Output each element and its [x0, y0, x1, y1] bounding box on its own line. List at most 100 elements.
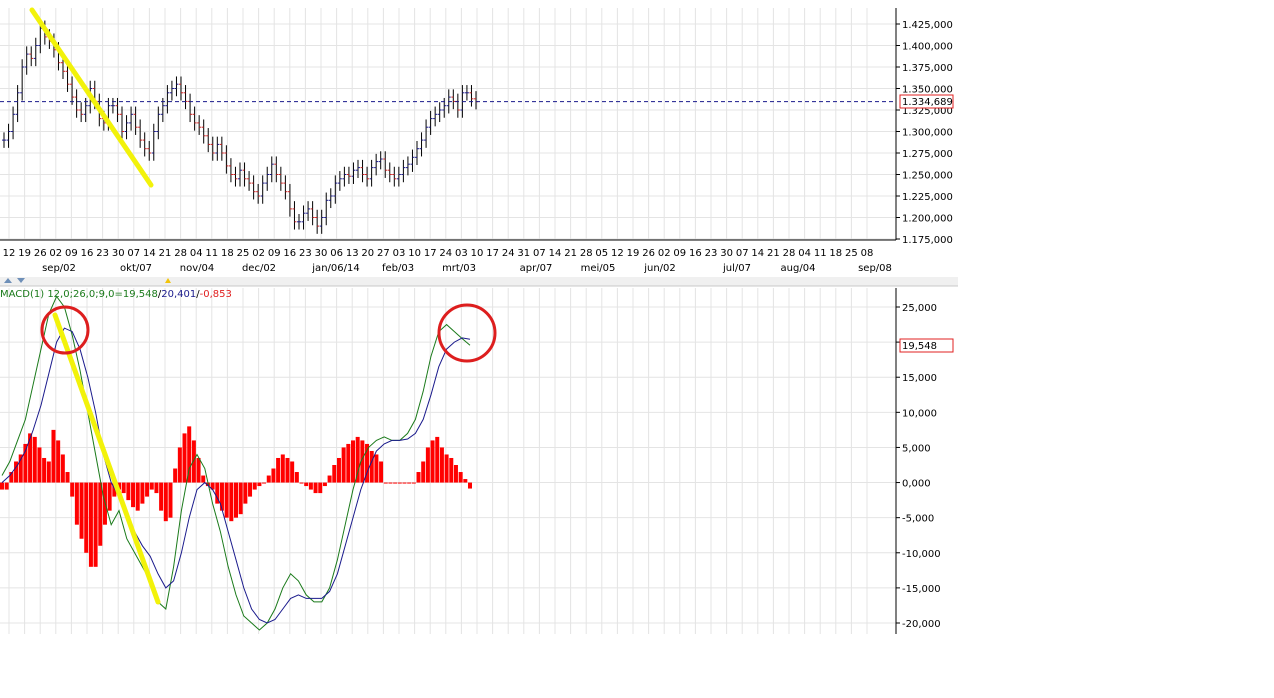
- histogram-bar: [65, 472, 70, 483]
- histogram-bar: [383, 482, 388, 484]
- histogram-bar: [416, 472, 421, 483]
- day-tick-label: 10: [408, 248, 421, 259]
- histogram-bar: [196, 457, 201, 483]
- histogram-bar: [421, 461, 426, 483]
- day-tick-label: 26: [642, 248, 655, 259]
- histogram-bar: [397, 482, 402, 484]
- histogram-bar: [346, 443, 351, 483]
- day-tick-label: 30: [112, 248, 125, 259]
- price-ytick-label: 1.250,000: [902, 171, 953, 182]
- macd-title-macd: 19,548: [123, 289, 158, 300]
- day-tick-label: 24: [439, 248, 452, 259]
- histogram-bar: [182, 433, 187, 483]
- price-ytick-label: 1.175,000: [902, 235, 953, 246]
- day-tick-label: 09: [673, 248, 686, 259]
- day-tick-label: 28: [174, 248, 187, 259]
- histogram-bar: [84, 482, 89, 553]
- macd-ytick-label: -20,000: [902, 619, 941, 630]
- histogram-bar: [224, 482, 229, 518]
- histogram-bar: [379, 461, 384, 483]
- histogram-bar: [154, 482, 159, 494]
- month-tick-label: sep/08: [858, 263, 892, 274]
- month-tick-label: mrt/03: [442, 263, 476, 274]
- day-tick-label: 24: [502, 248, 515, 259]
- day-tick-label: 11: [205, 248, 218, 259]
- month-tick-label: jun/02: [643, 263, 676, 274]
- day-tick-label: 17: [424, 248, 437, 259]
- histogram-bar: [468, 482, 472, 489]
- day-tick-label: 23: [705, 248, 718, 259]
- histogram-bar: [369, 450, 374, 483]
- histogram-bar: [56, 440, 61, 483]
- day-tick-label: 21: [159, 248, 172, 259]
- histogram-bar: [402, 482, 407, 484]
- day-tick-label: 06: [330, 248, 343, 259]
- histogram-bar: [453, 465, 458, 483]
- day-tick-label: 02: [252, 248, 265, 259]
- price-panel: 1.425,0001.400,0001.375,0001.350,0001.32…: [0, 7, 954, 246]
- histogram-bar: [238, 482, 243, 515]
- histogram-bar: [294, 472, 299, 483]
- histogram-bar: [126, 482, 131, 501]
- day-tick-label: 12: [611, 248, 624, 259]
- histogram-bar: [248, 482, 253, 497]
- histogram-bar: [168, 482, 173, 518]
- chart-window: 1.425,000 1.400,000 1.375,000 1.350,000 1.32…: [0, 0, 1274, 694]
- day-tick-label: 03: [393, 248, 406, 259]
- histogram-bar: [121, 482, 126, 494]
- histogram-bar: [140, 482, 145, 504]
- day-tick-label: 30: [720, 248, 733, 259]
- histogram-bar: [229, 482, 234, 522]
- histogram-bar: [159, 482, 164, 511]
- histogram-bar: [439, 447, 444, 483]
- day-tick-label: 28: [580, 248, 593, 259]
- histogram-bar: [336, 457, 341, 483]
- histogram-bar: [458, 472, 463, 483]
- month-tick-label: feb/03: [382, 263, 414, 274]
- macd-title-prefix: MACD(1) 12,0;26,0;9,0=: [0, 289, 123, 300]
- histogram-bar: [304, 482, 309, 487]
- panel-splitter[interactable]: [0, 277, 958, 287]
- day-tick-label: 13: [346, 248, 359, 259]
- macd-ytick-label: 10,000: [902, 408, 937, 419]
- histogram-bar: [145, 482, 150, 497]
- histogram-bar: [252, 482, 257, 490]
- histogram-bar: [449, 457, 454, 483]
- histogram-bar: [444, 454, 449, 483]
- macd-ytick-label: 5,000: [902, 443, 931, 454]
- histogram-bar: [262, 482, 267, 484]
- month-tick-label: aug/04: [781, 263, 816, 274]
- histogram-bar: [135, 482, 140, 511]
- histogram-bar: [313, 482, 318, 494]
- day-tick-label: 07: [533, 248, 546, 259]
- day-tick-label: 18: [829, 248, 842, 259]
- histogram-bar: [79, 482, 84, 539]
- macd-ytick-label: -5,000: [902, 514, 934, 525]
- day-tick-label: 23: [299, 248, 312, 259]
- day-tick-label: 14: [549, 248, 562, 259]
- price-ytick-label: 1.400,000: [902, 42, 953, 53]
- histogram-bar: [70, 482, 75, 497]
- macd-ytick-label: -10,000: [902, 549, 941, 560]
- histogram-bar: [463, 479, 468, 483]
- histogram-bar: [149, 482, 154, 490]
- day-tick-label: 10: [471, 248, 484, 259]
- histogram-bar: [173, 468, 178, 483]
- day-tick-label: 02: [49, 248, 62, 259]
- day-tick-label: 14: [143, 248, 156, 259]
- day-tick-label: 18: [221, 248, 234, 259]
- macd-title: MACD(1) 12,0;26,0;9,0=19,548/20,401/-0,8…: [0, 289, 232, 300]
- histogram-bar: [219, 482, 224, 511]
- macd-title-hist: -0,853: [200, 289, 232, 300]
- histogram-bar: [163, 482, 168, 522]
- month-tick-label: sep/02: [42, 263, 76, 274]
- histogram-bar: [37, 447, 42, 483]
- histogram-bar: [374, 454, 379, 483]
- histogram-bar: [257, 482, 262, 487]
- histogram-bar: [98, 482, 103, 546]
- price-ytick-label: 1.375,000: [902, 63, 953, 74]
- price-ytick-label: 1.350,000: [902, 85, 953, 96]
- price-ytick-label: 1.200,000: [902, 214, 953, 225]
- histogram-bar: [341, 447, 346, 483]
- histogram-bar: [322, 482, 327, 487]
